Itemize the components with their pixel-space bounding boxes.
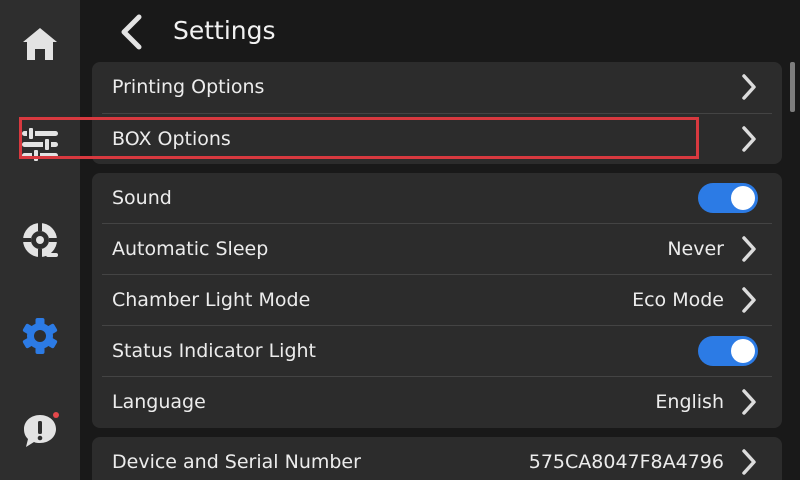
row-label: Sound bbox=[112, 187, 172, 209]
settings-group-device: Sound Automatic Sleep Never Chamber Ligh… bbox=[92, 173, 782, 428]
sound-row: Sound bbox=[92, 173, 782, 223]
row-value: Never bbox=[667, 238, 724, 260]
row-value: Eco Mode bbox=[632, 289, 724, 311]
sidebar bbox=[0, 0, 80, 480]
row-value: 575CA8047F8A4796 bbox=[528, 451, 724, 473]
chevron-right-icon bbox=[740, 448, 758, 476]
row-label: Status Indicator Light bbox=[112, 340, 316, 362]
chevron-right-icon bbox=[740, 73, 758, 101]
notification-badge bbox=[53, 412, 59, 418]
chevron-right-icon bbox=[740, 286, 758, 314]
printing-options-row[interactable]: Printing Options bbox=[92, 62, 782, 112]
row-value: English bbox=[655, 391, 724, 413]
settings-group-printing: Printing Options BOX Options bbox=[92, 62, 782, 164]
row-label: Printing Options bbox=[112, 76, 265, 98]
gear-icon[interactable] bbox=[20, 316, 60, 356]
toggle-knob bbox=[731, 339, 755, 363]
alert-message-icon[interactable] bbox=[20, 410, 60, 450]
box-options-row[interactable]: BOX Options bbox=[92, 114, 782, 164]
chevron-right-icon bbox=[740, 235, 758, 263]
home-icon[interactable] bbox=[20, 24, 60, 64]
header: Settings bbox=[80, 0, 800, 62]
status-indicator-light-toggle[interactable] bbox=[698, 336, 758, 366]
row-label: Chamber Light Mode bbox=[112, 289, 311, 311]
row-label: Automatic Sleep bbox=[112, 238, 269, 260]
chevron-left-icon bbox=[121, 14, 142, 50]
device-serial-number-row[interactable]: Device and Serial Number 575CA8047F8A479… bbox=[92, 437, 782, 480]
chevron-right-icon bbox=[740, 125, 758, 153]
status-indicator-light-row: Status Indicator Light bbox=[92, 326, 782, 376]
row-label: Language bbox=[112, 391, 206, 413]
language-row[interactable]: Language English bbox=[92, 377, 782, 427]
scrollbar[interactable] bbox=[790, 62, 795, 112]
page-title: Settings bbox=[173, 16, 276, 45]
back-button[interactable] bbox=[118, 13, 144, 51]
main-panel: Settings Printing Options BOX Options So… bbox=[80, 0, 800, 480]
sliders-icon[interactable] bbox=[20, 124, 60, 164]
automatic-sleep-row[interactable]: Automatic Sleep Never bbox=[92, 224, 782, 274]
row-label: BOX Options bbox=[112, 128, 231, 150]
chevron-right-icon bbox=[740, 388, 758, 416]
settings-group-info: Device and Serial Number 575CA8047F8A479… bbox=[92, 437, 782, 480]
sound-toggle[interactable] bbox=[698, 183, 758, 213]
chamber-light-mode-row[interactable]: Chamber Light Mode Eco Mode bbox=[92, 275, 782, 325]
toggle-knob bbox=[731, 186, 755, 210]
filament-spool-icon[interactable] bbox=[20, 220, 60, 260]
row-label: Device and Serial Number bbox=[112, 451, 361, 473]
